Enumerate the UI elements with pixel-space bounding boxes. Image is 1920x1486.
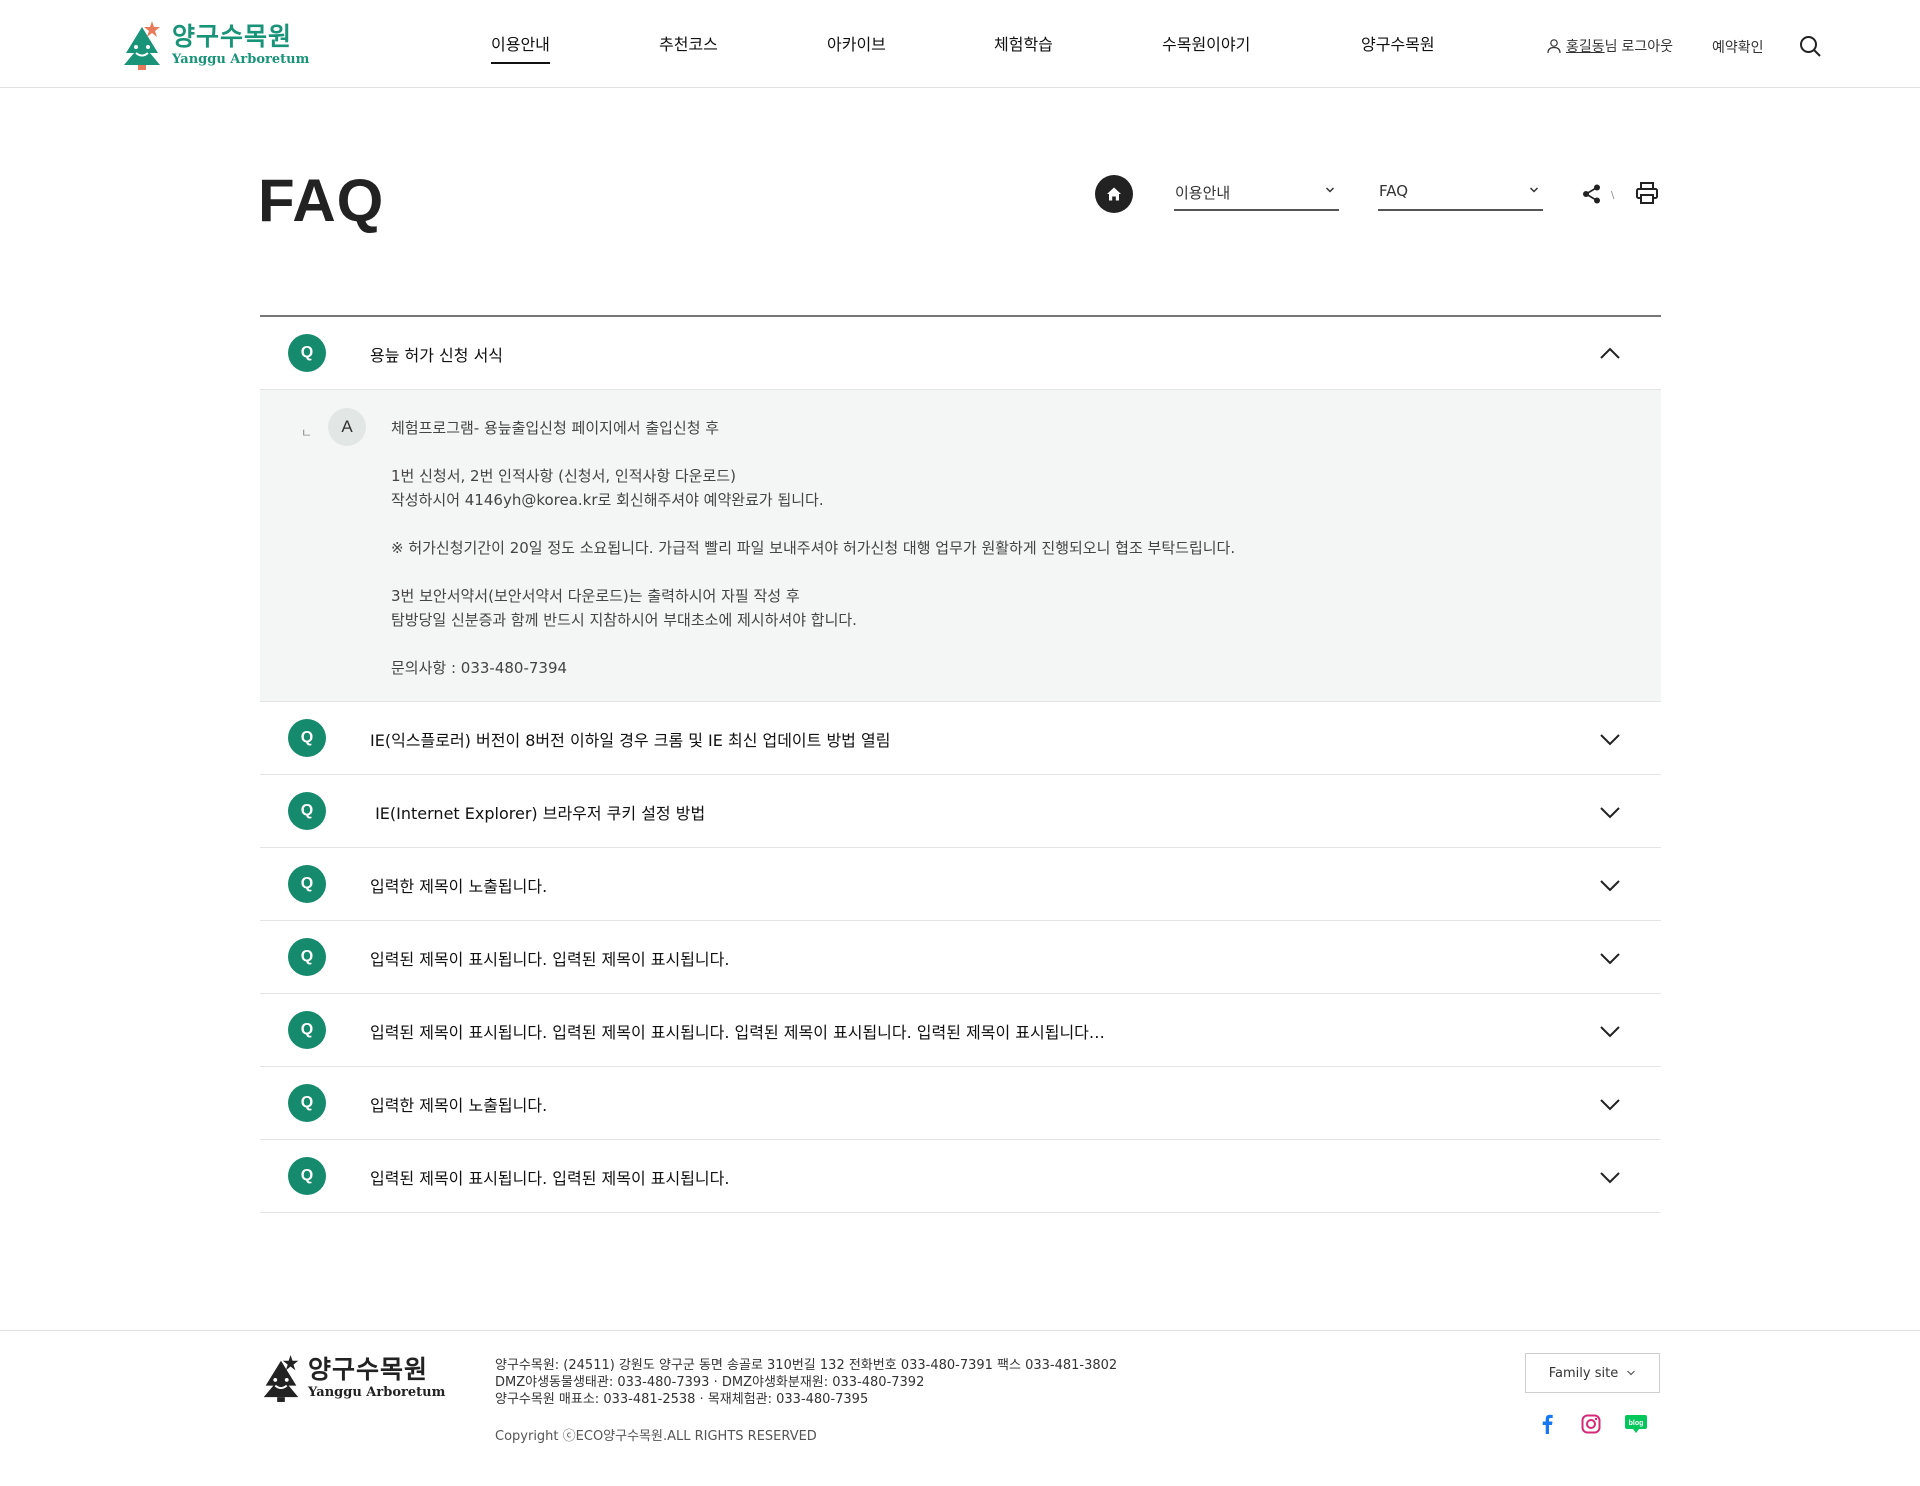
chevron-down-icon [1627, 1370, 1636, 1376]
question-badge: Q [288, 334, 326, 372]
blog-icon-label: blog [1629, 1420, 1644, 1427]
answer-badge: A [328, 408, 366, 446]
question-badge: Q [288, 1157, 326, 1195]
user-icon [1547, 39, 1561, 54]
faq-question-text: 입력한 제목이 노출됩니다. [370, 1096, 548, 1115]
chevron-down-icon [1529, 187, 1539, 193]
question-badge: Q [288, 865, 326, 903]
facebook-icon[interactable] [1535, 1412, 1559, 1436]
question-badge: Q [288, 1011, 326, 1049]
faq-question-row[interactable]: Q 입력한 제목이 노출됩니다. [260, 1067, 1661, 1140]
faq-question-text: 입력된 제목이 표시됩니다. 입력된 제목이 표시됩니다. [370, 950, 730, 969]
footer-logo-korean-text: 양구수목원 [308, 1355, 429, 1384]
answer-marker: ㄴ [301, 426, 313, 440]
share-icon[interactable] [1581, 183, 1603, 205]
answer-line: 작성하시어 4146yh@korea.kr로 회신해주셔야 예약완료가 됩니다. [391, 491, 824, 509]
faq-question-row[interactable]: Q IE(익스플로러) 버전이 8버전 이하일 경우 크롬 및 IE 최신 업데… [260, 702, 1661, 775]
faq-answer-panel: ㄴ A 체험프로그램- 용늪출입신청 페이지에서 출입신청 후 1번 신청서, … [260, 390, 1661, 702]
faq-list: Q 용늪 허가 신청 서식 ㄴ A 체험프로그램- 용늪출입신청 페이지에서 출… [260, 315, 1661, 1213]
chevron-down-icon [1600, 734, 1620, 746]
tools-separator: \ [1611, 190, 1615, 201]
question-badge: Q [288, 792, 326, 830]
answer-line [391, 512, 1235, 536]
logout-link[interactable]: 로그아웃 [1622, 36, 1674, 56]
breadcrumb-home-button[interactable] [1095, 175, 1133, 213]
reservation-check-link[interactable]: 예약확인 [1712, 37, 1764, 57]
print-icon[interactable] [1635, 181, 1659, 205]
blog-icon[interactable]: blog [1624, 1412, 1648, 1436]
chevron-down-icon [1325, 187, 1335, 193]
answer-line: 탐방당일 신분증과 함께 반드시 지참하시어 부대초소에 제시하셔야 합니다. [391, 611, 857, 629]
nav-item-archive[interactable]: 아카이브 [827, 31, 886, 55]
breadcrumb-depth1-label: 이용안내 [1175, 184, 1231, 202]
answer-line: ※ 허가신청기간이 20일 정도 소요됩니다. 가급적 빨리 파일 보내주셔야 … [391, 539, 1236, 557]
faq-question-row[interactable]: Q 입력된 제목이 표시됩니다. 입력된 제목이 표시됩니다. [260, 921, 1661, 994]
instagram-icon[interactable] [1579, 1412, 1603, 1436]
logo-tree-icon [263, 1355, 299, 1402]
answer-line [391, 560, 1235, 584]
user-name-link[interactable]: 홍길동 [1566, 36, 1605, 56]
chevron-down-icon [1600, 880, 1620, 892]
breadcrumb-depth2-label: FAQ [1379, 182, 1409, 200]
faq-question-row[interactable]: Q 입력한 제목이 노출됩니다. [260, 848, 1661, 921]
chevron-up-icon [1600, 347, 1620, 359]
site-footer: 양구수목원 Yanggu Arboretum 양구수목원: (24511) 강원… [0, 1330, 1920, 1486]
user-util: 홍길동 님 로그아웃 [1546, 36, 1673, 56]
chevron-down-icon [1600, 1099, 1620, 1111]
faq-question-text: IE(익스플로러) 버전이 8버전 이하일 경우 크롬 및 IE 최신 업데이트… [370, 731, 891, 750]
faq-question-row[interactable]: Q IE(Internet Explorer) 브라우저 쿠키 설정 방법 [260, 775, 1661, 848]
chevron-down-icon [1600, 807, 1620, 819]
nav-item-guide[interactable]: 이용안내 [491, 31, 550, 64]
faq-question-row[interactable]: Q 입력된 제목이 표시됩니다. 입력된 제목이 표시됩니다. [260, 1140, 1661, 1213]
faq-answer-text: 체험프로그램- 용늪출입신청 페이지에서 출입신청 후 1번 신청서, 2번 인… [391, 416, 1235, 680]
question-badge: Q [288, 719, 326, 757]
site-header: 양구수목원 Yanggu Arboretum 이용안내 추천코스 아카이브 체험… [0, 0, 1920, 88]
question-badge: Q [288, 938, 326, 976]
footer-logo[interactable]: 양구수목원 Yanggu Arboretum [258, 1353, 445, 1403]
home-icon [1107, 187, 1121, 201]
family-site-select[interactable]: Family site [1525, 1353, 1660, 1393]
footer-contact-info: 양구수목원: (24511) 강원도 양구군 동면 송골로 310번길 132 … [495, 1357, 1117, 1408]
answer-line: 3번 보안서약서(보안서약서 다운로드)는 출력하시어 자필 작성 후 [391, 587, 800, 605]
faq-question-text: 용늪 허가 신청 서식 [370, 346, 504, 365]
chevron-down-icon [1600, 1172, 1620, 1184]
answer-line [391, 440, 1235, 464]
footer-info-line: 양구수목원: (24511) 강원도 양구군 동면 송골로 310번길 132 … [495, 1358, 1118, 1373]
footer-copyright: Copyright ⓒECO양구수목원.ALL RIGHTS RESERVED [495, 1429, 817, 1444]
answer-line: 체험프로그램- 용늪출입신청 페이지에서 출입신청 후 [391, 419, 720, 437]
nav-item-experience[interactable]: 체험학습 [994, 31, 1053, 55]
footer-info-line: 양구수목원 매표소: 033-481-2538 · 목재체험관: 033-480… [495, 1392, 869, 1407]
footer-logo-english-text: Yanggu Arboretum [308, 1385, 446, 1400]
nav-item-course[interactable]: 추천코스 [659, 31, 718, 55]
question-badge: Q [288, 1084, 326, 1122]
footer-info-line: DMZ야생동물생태관: 033-480-7393 · DMZ야생화분재원: 03… [495, 1375, 925, 1390]
breadcrumb-depth2-select[interactable]: FAQ [1378, 176, 1543, 211]
answer-line [391, 632, 1235, 656]
nav-item-about[interactable]: 양구수목원 [1361, 31, 1435, 55]
breadcrumb-depth1-select[interactable]: 이용안내 [1174, 176, 1339, 211]
faq-question-row[interactable]: Q 용늪 허가 신청 서식 [260, 317, 1661, 390]
faq-question-text: 입력된 제목이 표시됩니다. 입력된 제목이 표시됩니다. [370, 1169, 730, 1188]
faq-question-text: IE(Internet Explorer) 브라우저 쿠키 설정 방법 [370, 804, 706, 823]
family-site-label: Family site [1548, 1365, 1619, 1381]
faq-question-row[interactable]: Q 입력된 제목이 표시됩니다. 입력된 제목이 표시됩니다. 입력된 제목이 … [260, 994, 1661, 1067]
faq-question-text: 입력한 제목이 노출됩니다. [370, 877, 548, 896]
nav-item-story[interactable]: 수목원이야기 [1162, 31, 1250, 55]
chevron-down-icon [1600, 1026, 1620, 1038]
answer-line: 문의사항 : 033-480-7394 [391, 659, 568, 677]
user-suffix: 님 [1604, 39, 1618, 55]
page-title: FAQ [258, 167, 385, 234]
answer-line: 1번 신청서, 2번 인적사항 (신청서, 인적사항 다운로드) [391, 467, 736, 485]
search-icon[interactable] [1799, 35, 1821, 57]
chevron-down-icon [1600, 953, 1620, 965]
faq-question-text: 입력된 제목이 표시됩니다. 입력된 제목이 표시됩니다. 입력된 제목이 표시… [370, 1023, 1105, 1042]
